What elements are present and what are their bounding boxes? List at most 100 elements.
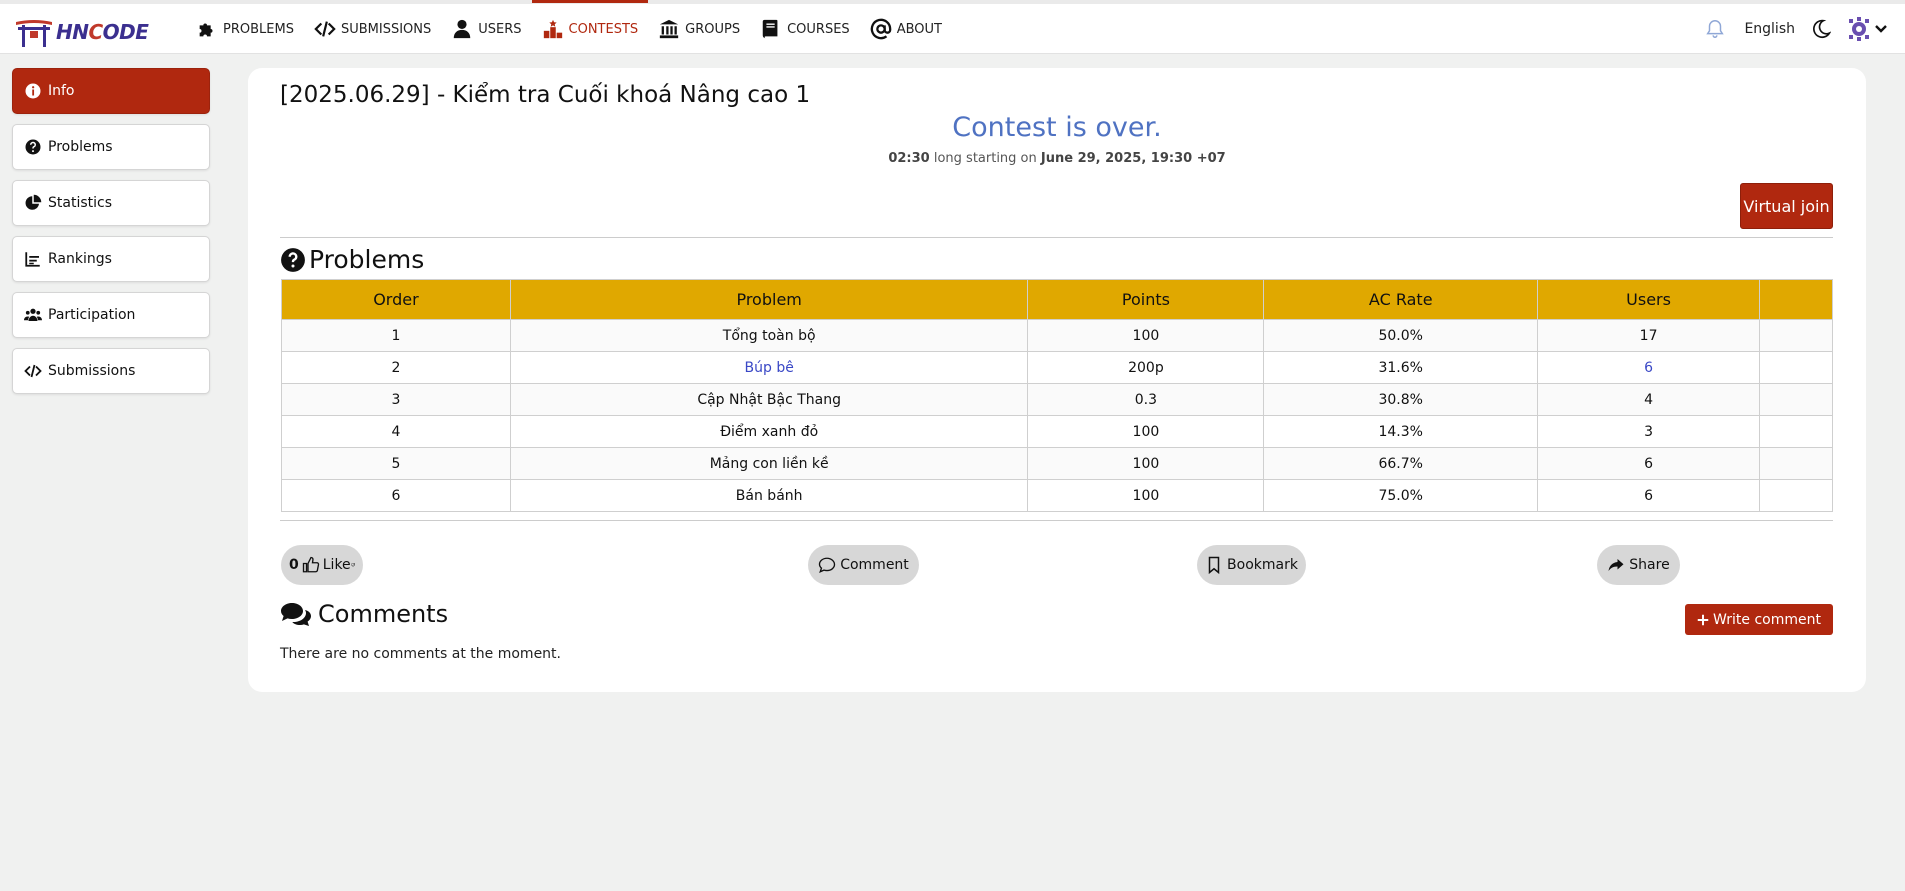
cell-users-link[interactable]: 3 xyxy=(1537,415,1760,448)
cell-points: 0.3 xyxy=(1027,383,1265,416)
cell-users-link[interactable]: 17 xyxy=(1537,319,1760,352)
write-comment-button[interactable]: Write comment xyxy=(1685,604,1833,635)
col-problem: Problem xyxy=(509,279,1029,320)
table-row: 3 Cập Nhật Bậc Thang 0.3 30.8% 4 xyxy=(281,383,1833,416)
cell-problem-link[interactable]: Búp bê xyxy=(509,351,1029,384)
contest-duration: 02:30 xyxy=(888,151,930,166)
col-order: Order xyxy=(281,279,511,320)
sidebar-item-label: Statistics xyxy=(48,195,112,211)
cell-points: 100 xyxy=(1027,447,1265,480)
table-header-row: Order Problem Points AC Rate Users xyxy=(281,279,1833,320)
podium-icon xyxy=(543,19,562,39)
cell-users-link[interactable]: 6 xyxy=(1537,351,1760,384)
chevron-down-icon[interactable] xyxy=(1873,21,1889,37)
puzzle-icon xyxy=(199,23,213,37)
cell-users-link[interactable]: 4 xyxy=(1537,383,1760,416)
contest-start: June 29, 2025, 19:30 +07 xyxy=(1040,151,1226,166)
nav-courses[interactable]: COURSES xyxy=(750,4,860,54)
nav-users[interactable]: USERS xyxy=(441,4,531,54)
sidebar-item-label: Rankings xyxy=(48,251,112,267)
nav-about[interactable]: ABOUT xyxy=(860,4,952,54)
virtual-join-button[interactable]: Virtual join xyxy=(1740,183,1833,229)
at-icon xyxy=(870,18,891,40)
question-icon xyxy=(281,247,305,272)
book-icon xyxy=(762,19,778,39)
top-navbar: HNCODE PROBLEMS SUBMISSIONS USERS CONTES… xyxy=(0,0,1905,54)
moon-icon[interactable] xyxy=(1811,19,1831,39)
bookmark-button[interactable]: Bookmark xyxy=(1197,545,1306,585)
cell-ac-rate: 50.0% xyxy=(1263,319,1539,352)
contest-sidebar: Info Problems Statistics Rankings Partic… xyxy=(12,68,210,404)
cell-points: 100 xyxy=(1027,479,1265,512)
users-icon xyxy=(24,308,42,321)
avatar[interactable] xyxy=(1847,17,1871,41)
nav-label: USERS xyxy=(478,21,522,37)
pie-chart-icon xyxy=(25,194,42,210)
cell-problem-link[interactable]: Bán bánh xyxy=(509,479,1029,512)
contest-status: Contest is over. xyxy=(952,112,1162,143)
site-logo[interactable]: HNCODE xyxy=(14,17,154,47)
institution-icon xyxy=(659,19,679,39)
like-count: 0 xyxy=(289,557,299,573)
page-title: [2025.06.29] - Kiểm tra Cuối khoá Nâng c… xyxy=(280,82,811,108)
nav-groups[interactable]: GROUPS xyxy=(648,4,750,54)
sidebar-item-label: Info xyxy=(48,83,75,99)
cell-users-link[interactable]: 6 xyxy=(1537,479,1760,512)
nav-label: GROUPS xyxy=(685,21,741,37)
cell-points: 100 xyxy=(1027,319,1265,352)
main-nav: PROBLEMS SUBMISSIONS USERS CONTESTS GROU… xyxy=(186,0,952,54)
nav-problems[interactable]: PROBLEMS xyxy=(186,4,304,54)
share-button[interactable]: Share xyxy=(1597,545,1680,585)
like-button[interactable]: 0 Like xyxy=(289,556,351,574)
cell-ac-rate: 31.6% xyxy=(1263,351,1539,384)
language-selector[interactable]: English xyxy=(1744,21,1795,37)
contest-time-info: 02:30 long starting on June 29, 2025, 19… xyxy=(248,151,1866,166)
cell-extra xyxy=(1759,479,1833,512)
cell-order: 2 xyxy=(281,351,511,384)
col-extra xyxy=(1759,279,1833,320)
cell-order: 5 xyxy=(281,447,511,480)
col-points: Points xyxy=(1027,279,1265,320)
cell-problem-link[interactable]: Tổng toàn bộ xyxy=(509,319,1029,352)
sidebar-item-submissions[interactable]: Submissions xyxy=(12,348,210,394)
bell-icon[interactable] xyxy=(1704,18,1726,40)
contest-duration-text: long starting on xyxy=(929,151,1041,166)
comments-heading-text: Comments xyxy=(318,600,449,628)
bookmark-label: Bookmark xyxy=(1227,557,1298,573)
like-bar: 0 Like xyxy=(281,545,363,585)
write-comment-label: Write comment xyxy=(1713,611,1821,628)
cell-problem-link[interactable]: Mảng con liền kề xyxy=(509,447,1029,480)
problems-heading-text: Problems xyxy=(309,245,425,274)
col-ac-rate: AC Rate xyxy=(1263,279,1539,320)
nav-submissions[interactable]: SUBMISSIONS xyxy=(304,4,441,54)
comment-button[interactable]: Comment xyxy=(808,545,919,585)
question-icon xyxy=(25,139,41,155)
sidebar-item-info[interactable]: Info xyxy=(12,68,210,114)
cell-users-link[interactable]: 6 xyxy=(1537,447,1760,480)
divider xyxy=(280,520,1833,521)
cell-order: 4 xyxy=(281,415,511,448)
table-row: 5 Mảng con liền kề 100 66.7% 6 xyxy=(281,447,1833,480)
thumbs-down-icon[interactable] xyxy=(350,556,355,574)
sidebar-item-rankings[interactable]: Rankings xyxy=(12,236,210,282)
info-icon xyxy=(25,83,41,99)
cell-extra xyxy=(1759,319,1833,352)
divider xyxy=(280,237,1833,238)
nav-label: ABOUT xyxy=(896,21,942,37)
sidebar-item-participation[interactable]: Participation xyxy=(12,292,210,338)
code-icon xyxy=(24,364,42,378)
sidebar-item-statistics[interactable]: Statistics xyxy=(12,180,210,226)
cell-points: 200p xyxy=(1027,351,1265,384)
table-row: 1 Tổng toàn bộ 100 50.0% 17 xyxy=(281,319,1833,352)
cell-order: 6 xyxy=(281,479,511,512)
nav-contests[interactable]: CONTESTS xyxy=(531,0,649,54)
col-users: Users xyxy=(1537,279,1760,320)
cell-points: 100 xyxy=(1027,415,1265,448)
cell-problem-link[interactable]: Cập Nhật Bậc Thang xyxy=(509,383,1029,416)
nav-label: SUBMISSIONS xyxy=(340,21,432,37)
sidebar-item-label: Submissions xyxy=(48,363,136,379)
chart-icon xyxy=(25,252,40,267)
sidebar-item-problems[interactable]: Problems xyxy=(12,124,210,170)
cell-problem-link[interactable]: Điểm xanh đỏ xyxy=(509,415,1029,448)
cell-ac-rate: 66.7% xyxy=(1263,447,1539,480)
